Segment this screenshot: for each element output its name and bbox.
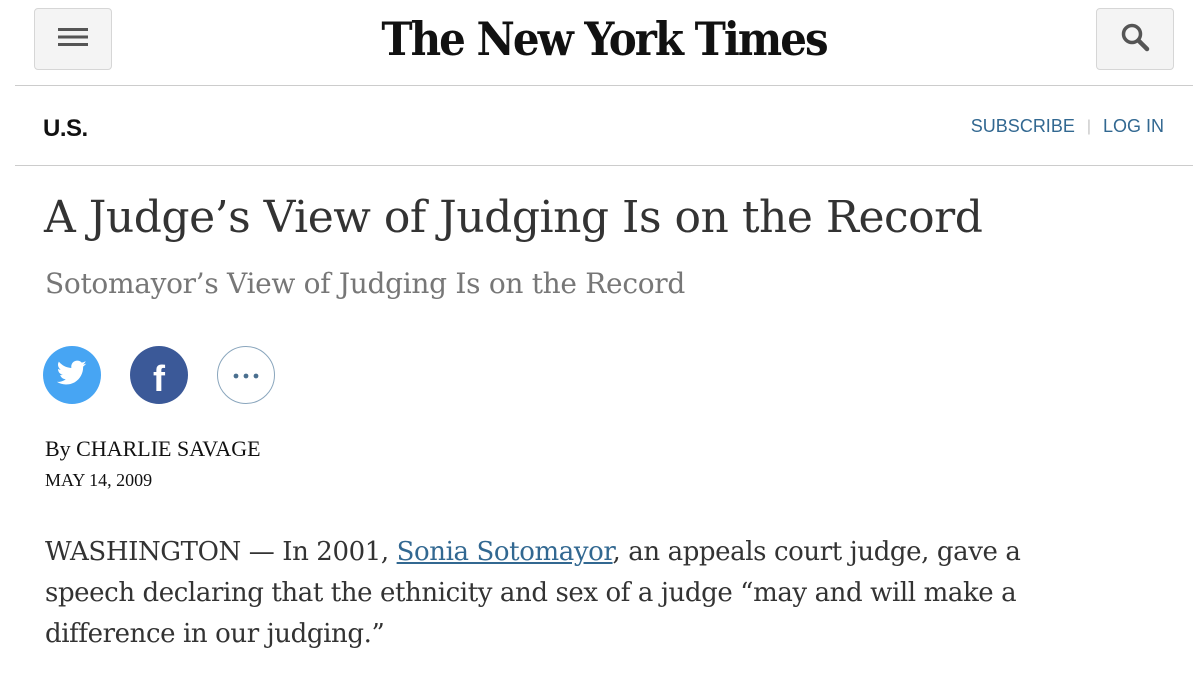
facebook-icon: f bbox=[153, 358, 165, 399]
ellipsis-icon bbox=[233, 366, 259, 384]
article-subheadline: Sotomayor’s View of Judging Is on the Re… bbox=[45, 267, 685, 300]
article-headline: A Judge’s View of Judging Is on the Reco… bbox=[44, 192, 983, 243]
article-date: MAY 14, 2009 bbox=[45, 470, 153, 490]
link-separator: | bbox=[1086, 117, 1091, 135]
twitter-bird-icon bbox=[56, 360, 87, 391]
user-links: SUBSCRIBE | LOG IN bbox=[971, 116, 1164, 137]
search-icon bbox=[1120, 22, 1150, 57]
search-button[interactable] bbox=[1096, 8, 1174, 70]
sonia-sotomayor-link[interactable]: Sonia Sotomayor bbox=[397, 537, 613, 567]
section-bar: U.S. SUBSCRIBE | LOG IN bbox=[15, 87, 1193, 166]
more-share-options-button[interactable] bbox=[217, 346, 275, 404]
section-label[interactable]: U.S. bbox=[43, 115, 88, 143]
article-body-paragraph: WASHINGTON — In 2001, Sonia Sotomayor, a… bbox=[45, 532, 1095, 655]
share-tools: f bbox=[43, 346, 275, 404]
body-lead-text: WASHINGTON — In 2001, bbox=[45, 537, 397, 567]
nyt-logo[interactable]: The New York Times bbox=[15, 10, 1193, 70]
facebook-share-button[interactable]: f bbox=[130, 346, 188, 404]
masthead: The New York Times bbox=[15, 0, 1193, 86]
article-byline: By CHARLIE SAVAGE bbox=[45, 436, 261, 461]
twitter-share-button[interactable] bbox=[43, 346, 101, 404]
subscribe-link[interactable]: SUBSCRIBE bbox=[971, 116, 1075, 137]
login-link[interactable]: LOG IN bbox=[1103, 116, 1164, 137]
